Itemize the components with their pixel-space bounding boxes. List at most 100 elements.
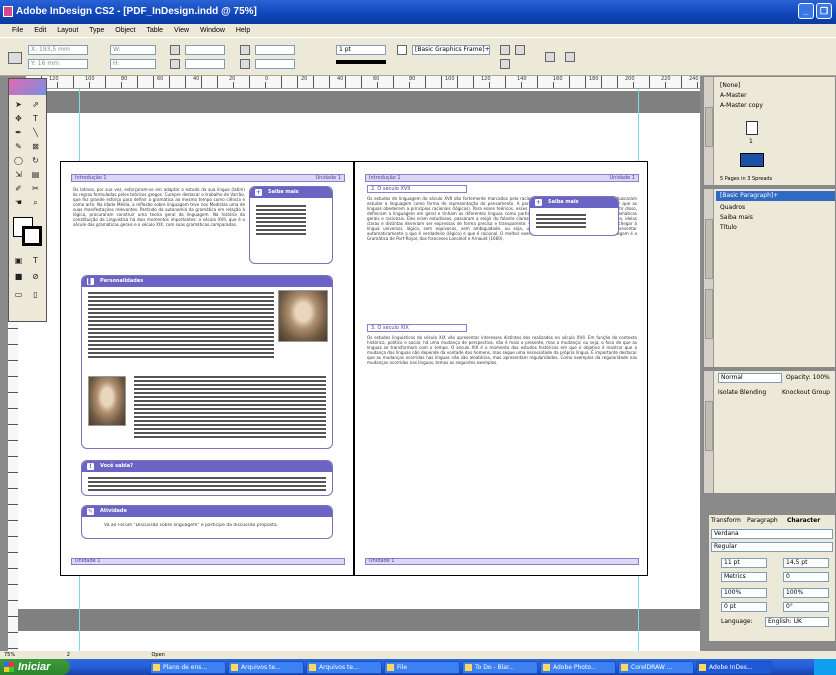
leading-field[interactable]: 14,5 pt bbox=[783, 558, 829, 568]
rotate-field[interactable] bbox=[255, 45, 295, 55]
pages-master-none[interactable]: [None] bbox=[716, 81, 835, 91]
spread-thumbnail[interactable] bbox=[740, 153, 764, 167]
page-field[interactable]: 2 bbox=[67, 652, 70, 658]
isolate-blending-checkbox[interactable]: Isolate Blending bbox=[718, 389, 766, 396]
position-tool-icon[interactable]: ✥ bbox=[12, 113, 25, 125]
saiba-mais-box-right[interactable]: + Saiba mais bbox=[529, 196, 619, 236]
pages-master-a[interactable]: A-Master bbox=[716, 91, 835, 101]
zoom-tool-icon[interactable]: ⌕ bbox=[29, 197, 42, 209]
scissors-tool-icon[interactable]: ✂ bbox=[29, 183, 42, 195]
vertical-scale-field[interactable]: 100% bbox=[721, 588, 767, 598]
ellipse-tool-icon[interactable]: ◯ bbox=[12, 155, 25, 167]
atividade-box[interactable]: ✎ Atividade Vá ao Fórum "Discussão sobre … bbox=[81, 505, 333, 539]
zoom-level[interactable]: 75% bbox=[4, 652, 15, 658]
taskbar-item[interactable]: Plano de ens... bbox=[150, 661, 226, 674]
taskbar-item[interactable]: To Do - Blar... bbox=[462, 661, 538, 674]
personalidades-box[interactable]: ▌ Personalidades bbox=[81, 275, 333, 449]
taskbar-item[interactable]: Arquivos te... bbox=[306, 661, 382, 674]
tab-transform[interactable]: Transform bbox=[711, 517, 741, 524]
preview-view-icon[interactable]: ▯ bbox=[29, 289, 42, 301]
menu-help[interactable]: Help bbox=[236, 27, 250, 34]
font-family-select[interactable]: Verdana bbox=[711, 529, 833, 539]
font-style-select[interactable]: Regular bbox=[711, 542, 833, 552]
menu-table[interactable]: Table bbox=[146, 27, 163, 34]
style-quadros[interactable]: Quadros bbox=[716, 203, 835, 213]
philosopher-portrait[interactable] bbox=[278, 290, 328, 342]
rectangle-frame-icon[interactable]: ⊠ bbox=[29, 141, 42, 153]
pasteboard[interactable]: Introdução 1 Unidade 1 Os latinos, por su… bbox=[18, 89, 700, 651]
pages-master-a-copy[interactable]: A-Master copy bbox=[716, 101, 835, 111]
hand-tool-icon[interactable]: ☚ bbox=[12, 197, 25, 209]
normal-view-icon[interactable]: ▭ bbox=[12, 289, 25, 301]
shear-field[interactable] bbox=[255, 59, 295, 69]
scale-x-field[interactable] bbox=[185, 45, 225, 55]
flip-icon[interactable] bbox=[500, 59, 510, 69]
opacity-field[interactable]: Opacity: 100% bbox=[786, 374, 830, 381]
select-content-icon[interactable] bbox=[565, 52, 575, 62]
gradient-tool-icon[interactable]: ▤ bbox=[29, 169, 42, 181]
direct-selection-icon[interactable]: ⇗ bbox=[29, 99, 42, 111]
tab-transparency[interactable] bbox=[705, 401, 713, 451]
language-select[interactable]: English: UK bbox=[765, 617, 829, 627]
section-xix-text[interactable]: Os estudos linguísticos do século XIX vã… bbox=[367, 335, 637, 405]
stroke-weight-field[interactable]: 1 pt bbox=[336, 45, 386, 55]
style-basic-paragraph[interactable]: [Basic Paragraph]+ bbox=[716, 191, 835, 201]
left-page[interactable]: Introdução 1 Unidade 1 Os latinos, por su… bbox=[60, 161, 354, 576]
voce-sabia-box[interactable]: ! Você sabia? bbox=[81, 460, 333, 496]
minimize-button[interactable]: _ bbox=[798, 3, 814, 19]
horizontal-scale-field[interactable]: 100% bbox=[783, 588, 829, 598]
page-thumbnail[interactable] bbox=[746, 121, 758, 135]
start-button[interactable]: Iniciar bbox=[0, 659, 70, 675]
taskbar-item[interactable]: CorelDRAW ... bbox=[618, 661, 694, 674]
rotate-icon[interactable] bbox=[240, 45, 250, 55]
tracking-field[interactable]: 0 bbox=[783, 572, 829, 582]
tab-pages[interactable] bbox=[705, 107, 713, 147]
apply-color-icon[interactable]: ■ bbox=[12, 271, 25, 283]
menu-layout[interactable]: Layout bbox=[57, 27, 78, 34]
menu-window[interactable]: Window bbox=[200, 27, 225, 34]
skew-field[interactable]: 0° bbox=[783, 602, 829, 612]
formatting-container-icon[interactable]: ▣ bbox=[12, 255, 25, 267]
taskbar-item[interactable]: File bbox=[384, 661, 460, 674]
apply-none-icon[interactable]: ⊘ bbox=[29, 271, 42, 283]
taskbar-item[interactable]: Arquivos te... bbox=[228, 661, 304, 674]
tab-swatches[interactable] bbox=[705, 289, 713, 339]
bust-portrait[interactable] bbox=[88, 376, 126, 426]
stroke-type-preview[interactable] bbox=[336, 60, 386, 64]
baseline-shift-field[interactable]: 0 pt bbox=[721, 602, 767, 612]
y-field[interactable]: Y: 16 mm bbox=[28, 59, 88, 69]
scale-y-icon[interactable] bbox=[170, 59, 180, 69]
width-field[interactable]: W: bbox=[110, 45, 156, 55]
line-tool-icon[interactable]: ╲ bbox=[29, 127, 42, 139]
object-style-select[interactable]: [Basic Graphics Frame]+ bbox=[412, 45, 490, 55]
rotate-tool-icon[interactable]: ↻ bbox=[29, 155, 42, 167]
eyedropper-tool-icon[interactable]: ✐ bbox=[12, 183, 25, 195]
taskbar-item-active[interactable]: Adobe InDes... bbox=[696, 661, 772, 674]
style-saiba-mais[interactable]: Saiba mais bbox=[716, 213, 835, 223]
blend-mode-select[interactable]: Normal bbox=[718, 373, 782, 383]
x-field[interactable]: X: 193,5 mm bbox=[28, 45, 88, 55]
height-field[interactable]: H: bbox=[110, 59, 156, 69]
style-titulo[interactable]: Título bbox=[716, 223, 835, 233]
stroke-swatch[interactable] bbox=[22, 226, 42, 246]
tab-paragraph-styles[interactable] bbox=[705, 219, 713, 279]
scale-y-field[interactable] bbox=[185, 59, 225, 69]
menu-type[interactable]: Type bbox=[89, 27, 104, 34]
menu-file[interactable]: File bbox=[12, 27, 23, 34]
shear-icon[interactable] bbox=[240, 59, 250, 69]
section-xvii-title[interactable]: 2. O século XVII bbox=[367, 185, 467, 193]
menu-edit[interactable]: Edit bbox=[34, 27, 46, 34]
scale-x-icon[interactable] bbox=[170, 45, 180, 55]
pen-tool-icon[interactable]: ✒ bbox=[12, 127, 25, 139]
type-tool-icon[interactable]: T bbox=[29, 113, 42, 125]
saiba-mais-box[interactable]: + Saiba mais bbox=[249, 186, 333, 264]
align-icon[interactable] bbox=[515, 45, 525, 55]
section-xix-title[interactable]: 3. O século XIX bbox=[367, 324, 467, 332]
tab-paragraph[interactable]: Paragraph bbox=[747, 517, 778, 524]
knockout-group-checkbox[interactable]: Knockout Group bbox=[782, 389, 830, 396]
reference-point-icon[interactable] bbox=[8, 52, 22, 64]
font-size-field[interactable]: 11 pt bbox=[721, 558, 767, 568]
kerning-field[interactable]: Metrics bbox=[721, 572, 767, 582]
frame-fitting-icon[interactable] bbox=[500, 45, 510, 55]
pencil-tool-icon[interactable]: ✎ bbox=[12, 141, 25, 153]
